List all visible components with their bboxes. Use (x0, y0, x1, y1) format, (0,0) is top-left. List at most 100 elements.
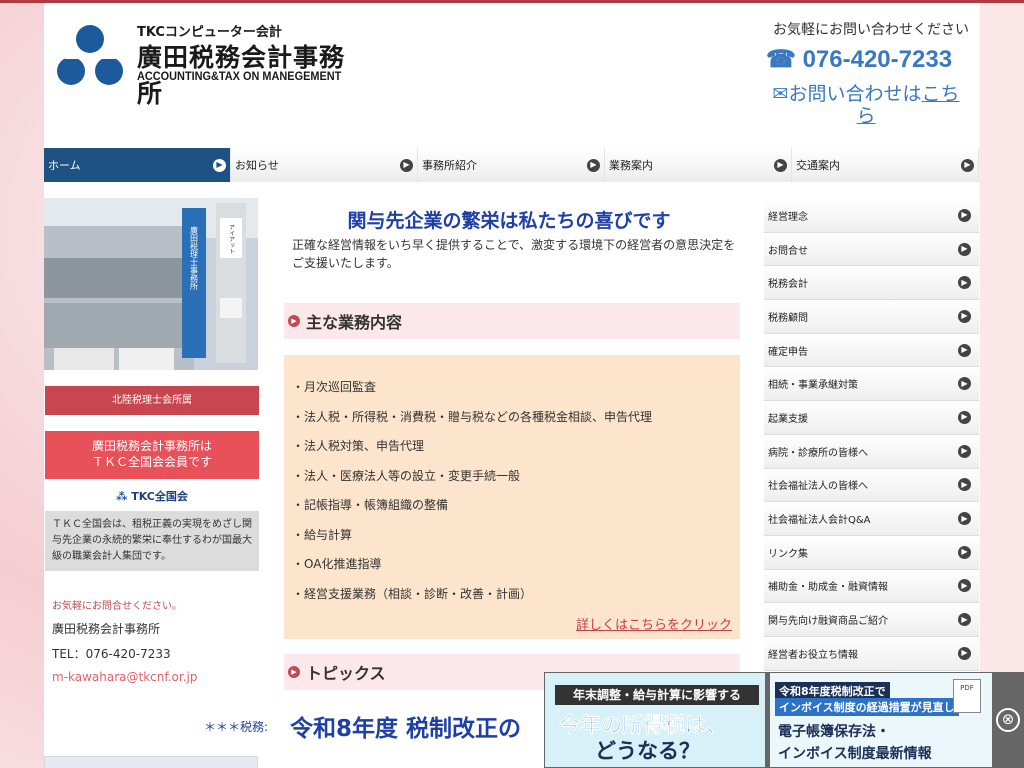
building-sign: アイアット (228, 224, 235, 254)
side-nav-label: 病院・診療所の皆様へ (768, 447, 868, 459)
banner-sub-text: どうなる？ (595, 739, 700, 763)
section-heading-services: ▶ 主な業務内容 (284, 303, 740, 339)
side-nav-label: 社会福祉法人の皆様へ (768, 481, 868, 493)
global-nav: ホーム ▶ お知らせ ▶ 事務所紹介 ▶ 業務案内 ▶ 交通案内 ▶ (44, 148, 980, 182)
chevron-right-icon: ▶ (288, 315, 300, 327)
contact-lead: お気軽にお問い合わせください (773, 22, 969, 38)
side-nav-label: 経営者お役立ち情報 (768, 649, 858, 661)
chevron-right-icon: ▶ (774, 158, 787, 172)
side-nav-label: お問合せ (768, 245, 808, 257)
side-nav-item[interactable]: 経営理念 ▶ (764, 199, 979, 233)
chevron-right-icon: ▶ (288, 666, 300, 678)
side-nav-item[interactable]: 確定申告 ▶ (764, 333, 979, 368)
tkc-zenkokukai-logo[interactable]: ⁂ TKC全国会 (45, 483, 259, 511)
inquiry-email-link[interactable]: m-kawahara@tkcnf.or.jp (52, 670, 198, 684)
chevron-right-icon: ▶ (958, 444, 971, 458)
service-item: ・法人税・所得税・消費税・贈与税などの各種税金相談、申告代理 (292, 409, 653, 424)
contact-form-link[interactable]: ✉お問い合わせはこちら (766, 83, 966, 127)
nav-label: ホーム (48, 159, 81, 172)
side-nav-item[interactable]: 経営者お役立ち情報 ▶ (764, 636, 979, 671)
side-nav-item[interactable]: 補助金・助成金・融資情報 ▶ (764, 569, 979, 604)
side-nav-item[interactable]: 病院・診療所の皆様へ ▶ (764, 434, 979, 469)
side-nav-label: 補助金・助成金・融資情報 (768, 582, 888, 594)
service-item: ・記帳指導・帳簿組織の整備 (292, 498, 449, 512)
inquiry-office-name: 廣田税務会計事務所 (52, 622, 161, 636)
floating-ad-banner: 年末調整・給与計算に影響する 今年の所得税は、 どうなる？ 令和8年度税制改正で… (544, 672, 1024, 768)
side-nav-label: 関与先向け融資商品ご紹介 (768, 616, 888, 628)
side-nav-label: 社会福祉法人会計Q&A (768, 515, 871, 527)
banner-tag: インボイス制度の経過措置が見直し (775, 698, 959, 716)
affiliation-badge[interactable]: 北陸税理士会所属 (45, 386, 259, 415)
tkc-logo-text: TKC全国会 (131, 490, 188, 503)
service-item: ・給与計算 (292, 527, 353, 542)
service-item: ・経営支援業務（相談・診断・改善・計画） (292, 586, 533, 601)
income-tax-banner[interactable]: 年末調整・給与計算に影響する 今年の所得税は、 どうなる？ (545, 673, 765, 767)
section-title: トピックス (306, 664, 386, 683)
tax-label: ＊＊＊税務: (204, 720, 269, 734)
contact-form-text: お問い合わせは (788, 83, 922, 105)
side-nav-item[interactable]: 相続・事業承継対策 ▶ (764, 367, 979, 402)
contact-phone[interactable]: ☎ 076-420-7233 (766, 45, 952, 74)
side-nav-item[interactable]: 税務顧問 ▶ (764, 300, 979, 334)
chevron-right-icon: ▶ (958, 309, 971, 323)
site-logo[interactable]: TKCコンピューター会計 廣田税務会計事務所 ACCOUNTING&TAX ON… (57, 23, 357, 108)
side-nav-label: 税務顧問 (768, 312, 808, 324)
pdf-icon: PDF (953, 679, 981, 713)
chevron-right-icon: ▶ (958, 646, 971, 660)
mail-icon: ✉ (772, 83, 789, 105)
side-nav-label: 起業支援 (768, 413, 808, 425)
side-nav-item[interactable]: 起業支援 ▶ (764, 401, 979, 435)
logo-english: ACCOUNTING&TAX ON MANEGEMENT (137, 71, 342, 83)
phone-number: 076-420-7233 (802, 46, 953, 73)
side-nav-label: 経営理念 (768, 211, 808, 223)
side-nav-label: 相続・事業承継対策 (768, 380, 858, 392)
nav-label: お知らせ (235, 159, 279, 172)
office-building-photo: 廣田税理士事務所 アイアット (44, 198, 258, 370)
service-item: ・OA化推進指導 (292, 557, 382, 571)
nav-item-access[interactable]: 交通案内 ▶ (792, 148, 979, 182)
services-more-link[interactable]: 詳しくはこちらをクリック (576, 614, 732, 633)
chevron-right-icon: ▶ (958, 410, 971, 424)
invoice-banner[interactable]: 令和8年度税制改正で インボイス制度の経過措置が見直し 電子帳簿保存法・ インボ… (770, 673, 992, 767)
side-nav-item[interactable]: 社会福祉法人の皆様へ ▶ (764, 468, 979, 503)
nav-label: 交通案内 (796, 159, 840, 172)
side-nav-item[interactable]: リンク集 ▶ (764, 535, 979, 570)
nav-item-news[interactable]: お知らせ ▶ (231, 148, 418, 182)
side-nav-item[interactable]: 関与先向け融資商品ご紹介 ▶ (764, 603, 979, 637)
inquiry-tel: TEL：076-420-7233 (52, 647, 171, 661)
topic-headline[interactable]: 令和8年度 税制改正の (290, 709, 521, 743)
nav-item-office[interactable]: 事務所紹介 ▶ (418, 148, 605, 182)
chevron-right-icon: ▶ (958, 377, 971, 391)
chevron-right-icon: ▶ (961, 158, 974, 172)
close-icon[interactable]: ⊗ (996, 708, 1020, 732)
nav-item-services[interactable]: 業務案内 ▶ (605, 148, 792, 182)
side-nav-item[interactable]: お問合せ ▶ (764, 232, 979, 267)
nav-label: 事務所紹介 (422, 159, 477, 172)
service-item: ・月次巡回監査 (292, 380, 377, 394)
tkc-mark-icon: ⁂ (116, 490, 128, 503)
side-nav-label: リンク集 (768, 548, 808, 560)
inquiry-label: お気軽にお問合せください。 (52, 601, 182, 612)
tkc-member-line1: 廣田税務会計事務所は (91, 439, 212, 453)
chevron-right-icon: ▶ (958, 613, 971, 627)
side-nav-item[interactable]: 社会福祉法人会計Q&A ▶ (764, 502, 979, 536)
service-item: ・法人税対策、申告代理 (292, 439, 425, 453)
tkc-member-banner[interactable]: 廣田税務会計事務所は ＴＫＣ全国会会員です (45, 431, 259, 479)
tkc-logo-mark-icon (57, 25, 123, 85)
side-nav-label: 確定申告 (768, 346, 808, 358)
chevron-right-icon: ▶ (958, 276, 971, 290)
side-nav-item[interactable]: 税務会計 ▶ (764, 266, 979, 301)
banner-main-text: インボイス制度最新情報 (778, 746, 932, 762)
chevron-right-icon: ▶ (958, 545, 971, 559)
chevron-right-icon: ▶ (958, 208, 971, 222)
section-title: 主な業務内容 (306, 313, 403, 332)
nav-item-home[interactable]: ホーム ▶ (44, 148, 231, 182)
chevron-right-icon: ▶ (587, 158, 600, 172)
chevron-right-icon: ▶ (958, 242, 971, 256)
tkc-description: ＴＫＣ全国会は、租税正義の実現をめざし関与先企業の永続的繁栄に奉仕するわが国最大… (45, 511, 259, 571)
services-box: ・月次巡回監査 ・法人税・所得税・消費税・贈与税などの各種税金相談、申告代理 ・… (284, 355, 740, 639)
chevron-right-icon: ▶ (958, 579, 971, 593)
nav-label: 業務案内 (609, 159, 653, 172)
building-sign: 廣田税理士事務所 (190, 225, 199, 291)
chevron-right-icon: ▶ (958, 478, 971, 492)
